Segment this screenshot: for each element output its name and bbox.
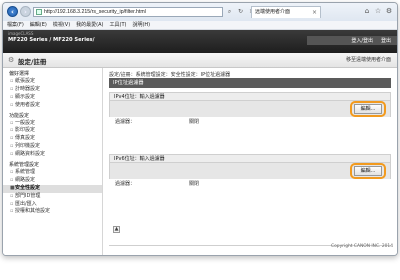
sidebar-item-license[interactable]: 授權和其他設定 <box>3 208 102 216</box>
ipv4-filter-row: 過濾器： 關閉 <box>109 117 391 127</box>
sidebar-item-printer[interactable]: 列印機設定 <box>3 143 102 151</box>
menu-help[interactable]: 說明(H) <box>132 21 150 29</box>
page-title: 設定/註冊 <box>18 58 47 66</box>
tab-title: 远端使用者介面 <box>255 9 291 15</box>
back-to-top-button[interactable]: ▲ <box>113 226 120 233</box>
brand-logo: imageCLASS <box>8 31 34 36</box>
web-page: imageCLASS MF220 Series / MF220 Series/ … <box>3 30 397 255</box>
ipv4-filter-title: IPv4位址：輸入過濾器 <box>109 92 391 101</box>
refresh-icon[interactable]: ↻ <box>236 7 245 17</box>
ipv6-filter-value: 關閉 <box>189 181 200 187</box>
ipv6-filter-title: IPv6位址：輸入過濾器 <box>109 154 391 163</box>
forward-button[interactable]: › <box>20 6 31 17</box>
ipv4-filter-value: 關閉 <box>189 119 200 125</box>
sidebar-group-preferences: 偏好選擇 <box>9 71 30 77</box>
menu-bar: 檔案(F) 編輯(E) 檢視(V) 我的最愛(A) 工具(T) 說明(H) <box>3 21 397 30</box>
browser-window: ‹ › http://192.168.3.215/rs_security_ip/… <box>2 2 398 256</box>
logout-button[interactable]: 登出 <box>381 37 391 44</box>
portal-link[interactable]: 移至遠端使用者介面 <box>346 56 391 63</box>
browser-toolbar: ‹ › http://192.168.3.215/rs_security_ip/… <box>3 3 397 21</box>
settings-icon: ⚙ <box>8 56 15 64</box>
page-header: ⚙ 設定/註冊 移至遠端使用者介面 <box>3 53 397 68</box>
sidebar-item-timer[interactable]: 計時器設定 <box>3 86 102 94</box>
sidebar-item-department-id[interactable]: 部門ID管理 <box>3 193 102 201</box>
ipv6-edit-button[interactable]: 編輯... <box>354 166 382 176</box>
tab-close-icon[interactable]: × <box>312 7 317 18</box>
gear-icon[interactable]: ⚙ <box>385 7 393 15</box>
menu-view[interactable]: 檢視(V) <box>53 21 70 29</box>
menu-tools[interactable]: 工具(T) <box>110 21 127 29</box>
ipv4-edit-bar: 編輯... <box>109 101 391 117</box>
star-icon[interactable]: ☆ <box>374 7 382 15</box>
sidebar-item-system-management[interactable]: 系統管理 <box>3 169 102 177</box>
login-button[interactable]: 登入/登出 <box>351 37 373 44</box>
section-title: IP位址過濾器 <box>109 78 391 88</box>
sidebar-item-network[interactable]: 網路設定 <box>3 177 102 185</box>
breadcrumb: 設定/註冊：系統管理設定：安全性設定：IP位址過濾器 <box>109 72 231 78</box>
ipv4-edit-button[interactable]: 編輯... <box>354 104 382 114</box>
sidebar-item-security[interactable]: 安全性設定 <box>3 184 102 193</box>
sidebar-group-system: 系統管理設定 <box>9 162 40 169</box>
address-bar[interactable]: http://192.168.3.215/rs_security_ip/filt… <box>33 7 223 17</box>
brand-bar: imageCLASS MF220 Series / MF220 Series/ … <box>3 30 397 53</box>
menu-edit[interactable]: 編輯(E) <box>30 21 47 29</box>
sidebar-group-functions: 功能設定 <box>9 112 30 119</box>
ipv4-filter-label: 過濾器： <box>115 119 136 125</box>
menu-favorites[interactable]: 我的最愛(A) <box>76 21 103 29</box>
sidebar: 偏好選擇 紙張設定 計時器設定 顯示設定 使用者設定 功能設定 一般設定 影印設… <box>3 68 103 255</box>
page-icon <box>36 9 42 15</box>
main-content: 設定/註冊：系統管理設定：安全性設定：IP位址過濾器 IP位址過濾器 IPv4位… <box>109 68 391 248</box>
copyright-text: Copyright CANON INC. 2014 <box>331 244 393 249</box>
url-text: http://192.168.3.215/rs_security_ip/filt… <box>44 9 146 15</box>
model-name: MF220 Series / MF220 Series/ <box>8 37 95 43</box>
sidebar-item-paper[interactable]: 紙張設定 <box>3 78 102 86</box>
browser-tab[interactable]: 远端使用者介面 × <box>251 6 321 18</box>
home-icon[interactable]: ⌂ <box>363 7 371 15</box>
sidebar-item-display[interactable]: 顯示設定 <box>3 94 102 102</box>
ipv6-filter-label: 過濾器： <box>115 181 136 187</box>
search-icon[interactable]: ⌕ <box>225 7 234 17</box>
menu-file[interactable]: 檔案(F) <box>7 21 24 29</box>
sidebar-item-user[interactable]: 使用者設定 <box>3 102 102 110</box>
ipv6-edit-bar: 編輯... <box>109 163 391 179</box>
back-button[interactable]: ‹ <box>7 6 18 17</box>
ipv6-filter-block: IPv6位址：輸入過濾器 編輯... 過濾器： 關閉 <box>109 154 391 189</box>
browser-icons: ⌂ ☆ ⚙ <box>363 7 393 15</box>
ipv4-filter-block: IPv4位址：輸入過濾器 編輯... 過濾器： 關閉 <box>109 92 391 127</box>
ipv6-filter-row: 過濾器： 關閉 <box>109 179 391 189</box>
sidebar-item-network-data[interactable]: 網路資料設定 <box>3 151 102 159</box>
